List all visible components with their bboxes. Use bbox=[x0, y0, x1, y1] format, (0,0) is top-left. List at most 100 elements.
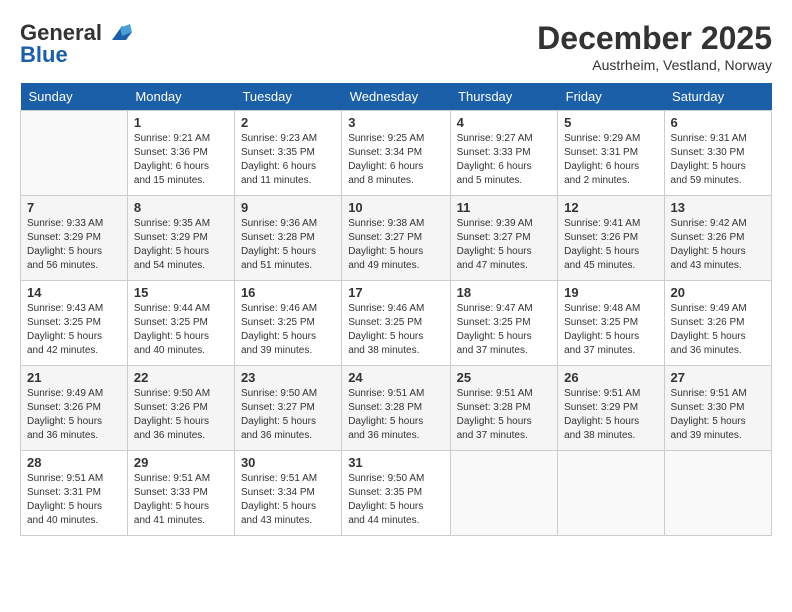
day-info: Sunrise: 9:47 AM Sunset: 3:25 PM Dayligh… bbox=[457, 302, 552, 358]
header-saturday: Saturday bbox=[664, 83, 771, 111]
day-info: Sunrise: 9:39 AM Sunset: 3:27 PM Dayligh… bbox=[457, 217, 552, 273]
day-number: 12 bbox=[564, 200, 657, 215]
day-number: 16 bbox=[241, 285, 335, 300]
calendar-cell: 10 Sunrise: 9:38 AM Sunset: 3:27 PM Dayli… bbox=[342, 196, 450, 281]
calendar-cell bbox=[21, 111, 128, 196]
day-info: Sunrise: 9:29 AM Sunset: 3:31 PM Dayligh… bbox=[564, 132, 657, 188]
calendar-cell: 17Sunrise: 9:46 AM Sunset: 3:25 PM Dayli… bbox=[342, 281, 450, 366]
day-info: Sunrise: 9:31 AM Sunset: 3:30 PM Dayligh… bbox=[671, 132, 765, 188]
calendar-cell: 29 Sunrise: 9:51 AM Sunset: 3:33 PM Dayli… bbox=[127, 451, 234, 536]
day-number: 4 bbox=[457, 115, 552, 130]
day-info: Sunrise: 9:25 AM Sunset: 3:34 PM Dayligh… bbox=[348, 132, 443, 188]
day-info: Sunrise: 9:51 AM Sunset: 3:34 PM Dayligh… bbox=[241, 472, 335, 528]
calendar-cell: 27 Sunrise: 9:51 AM Sunset: 3:30 PM Dayli… bbox=[664, 366, 771, 451]
day-info: Sunrise: 9:50 AM Sunset: 3:26 PM Dayligh… bbox=[134, 387, 228, 443]
calendar-cell bbox=[558, 451, 664, 536]
day-info: Sunrise: 9:21 AM Sunset: 3:36 PM Dayligh… bbox=[134, 132, 228, 188]
week-row-2: 7Sunrise: 9:33 AM Sunset: 3:29 PM Daylig… bbox=[21, 196, 772, 281]
day-number: 20 bbox=[671, 285, 765, 300]
header-row: SundayMondayTuesdayWednesdayThursdayFrid… bbox=[21, 83, 772, 111]
logo-blue: Blue bbox=[20, 42, 68, 68]
day-number: 6 bbox=[671, 115, 765, 130]
calendar-cell: 28 Sunrise: 9:51 AM Sunset: 3:31 PM Dayli… bbox=[21, 451, 128, 536]
calendar-cell: 16 Sunrise: 9:46 AM Sunset: 3:25 PM Dayli… bbox=[234, 281, 341, 366]
day-info: Sunrise: 9:51 AM Sunset: 3:31 PM Dayligh… bbox=[27, 472, 121, 528]
header-monday: Monday bbox=[127, 83, 234, 111]
day-number: 26 bbox=[564, 370, 657, 385]
day-info: Sunrise: 9:44 AM Sunset: 3:25 PM Dayligh… bbox=[134, 302, 228, 358]
calendar-cell: 21Sunrise: 9:49 AM Sunset: 3:26 PM Dayli… bbox=[21, 366, 128, 451]
day-number: 28 bbox=[27, 455, 121, 470]
day-info: Sunrise: 9:35 AM Sunset: 3:29 PM Dayligh… bbox=[134, 217, 228, 273]
day-number: 24 bbox=[348, 370, 443, 385]
day-number: 27 bbox=[671, 370, 765, 385]
page-header: General Blue December 2025 Austrheim, Ve… bbox=[20, 20, 772, 73]
day-info: Sunrise: 9:51 AM Sunset: 3:30 PM Dayligh… bbox=[671, 387, 765, 443]
day-info: Sunrise: 9:51 AM Sunset: 3:29 PM Dayligh… bbox=[564, 387, 657, 443]
calendar-cell: 4 Sunrise: 9:27 AM Sunset: 3:33 PM Daylig… bbox=[450, 111, 558, 196]
calendar-cell bbox=[450, 451, 558, 536]
day-number: 2 bbox=[241, 115, 335, 130]
day-info: Sunrise: 9:41 AM Sunset: 3:26 PM Dayligh… bbox=[564, 217, 657, 273]
day-info: Sunrise: 9:36 AM Sunset: 3:28 PM Dayligh… bbox=[241, 217, 335, 273]
calendar-cell: 26 Sunrise: 9:51 AM Sunset: 3:29 PM Dayli… bbox=[558, 366, 664, 451]
calendar-cell: 30Sunrise: 9:51 AM Sunset: 3:34 PM Dayli… bbox=[234, 451, 341, 536]
day-number: 14 bbox=[27, 285, 121, 300]
calendar-cell: 14 Sunrise: 9:43 AM Sunset: 3:25 PM Dayli… bbox=[21, 281, 128, 366]
day-info: Sunrise: 9:49 AM Sunset: 3:26 PM Dayligh… bbox=[671, 302, 765, 358]
day-number: 23 bbox=[241, 370, 335, 385]
calendar-cell: 22 Sunrise: 9:50 AM Sunset: 3:26 PM Dayli… bbox=[127, 366, 234, 451]
day-number: 8 bbox=[134, 200, 228, 215]
calendar-cell: 31Sunrise: 9:50 AM Sunset: 3:35 PM Dayli… bbox=[342, 451, 450, 536]
day-info: Sunrise: 9:33 AM Sunset: 3:29 PM Dayligh… bbox=[27, 217, 121, 273]
calendar-table: SundayMondayTuesdayWednesdayThursdayFrid… bbox=[20, 83, 772, 536]
day-info: Sunrise: 9:50 AM Sunset: 3:27 PM Dayligh… bbox=[241, 387, 335, 443]
calendar-cell: 1 Sunrise: 9:21 AM Sunset: 3:36 PM Daylig… bbox=[127, 111, 234, 196]
day-info: Sunrise: 9:42 AM Sunset: 3:26 PM Dayligh… bbox=[671, 217, 765, 273]
day-number: 21 bbox=[27, 370, 121, 385]
day-info: Sunrise: 9:43 AM Sunset: 3:25 PM Dayligh… bbox=[27, 302, 121, 358]
day-number: 10 bbox=[348, 200, 443, 215]
day-number: 13 bbox=[671, 200, 765, 215]
calendar-cell: 12 Sunrise: 9:41 AM Sunset: 3:26 PM Dayli… bbox=[558, 196, 664, 281]
header-wednesday: Wednesday bbox=[342, 83, 450, 111]
calendar-cell: 7Sunrise: 9:33 AM Sunset: 3:29 PM Daylig… bbox=[21, 196, 128, 281]
day-number: 22 bbox=[134, 370, 228, 385]
day-number: 29 bbox=[134, 455, 228, 470]
calendar-cell: 18 Sunrise: 9:47 AM Sunset: 3:25 PM Dayli… bbox=[450, 281, 558, 366]
day-number: 25 bbox=[457, 370, 552, 385]
calendar-cell: 9Sunrise: 9:36 AM Sunset: 3:28 PM Daylig… bbox=[234, 196, 341, 281]
week-row-1: 1 Sunrise: 9:21 AM Sunset: 3:36 PM Daylig… bbox=[21, 111, 772, 196]
day-info: Sunrise: 9:51 AM Sunset: 3:28 PM Dayligh… bbox=[348, 387, 443, 443]
location: Austrheim, Vestland, Norway bbox=[537, 57, 772, 73]
day-number: 1 bbox=[134, 115, 228, 130]
day-info: Sunrise: 9:46 AM Sunset: 3:25 PM Dayligh… bbox=[241, 302, 335, 358]
title-block: December 2025 Austrheim, Vestland, Norwa… bbox=[537, 20, 772, 73]
day-info: Sunrise: 9:51 AM Sunset: 3:33 PM Dayligh… bbox=[134, 472, 228, 528]
header-friday: Friday bbox=[558, 83, 664, 111]
day-info: Sunrise: 9:51 AM Sunset: 3:28 PM Dayligh… bbox=[457, 387, 552, 443]
logo-icon bbox=[104, 22, 136, 44]
calendar-cell: 15 Sunrise: 9:44 AM Sunset: 3:25 PM Dayli… bbox=[127, 281, 234, 366]
day-number: 18 bbox=[457, 285, 552, 300]
day-info: Sunrise: 9:38 AM Sunset: 3:27 PM Dayligh… bbox=[348, 217, 443, 273]
week-row-4: 21Sunrise: 9:49 AM Sunset: 3:26 PM Dayli… bbox=[21, 366, 772, 451]
day-number: 15 bbox=[134, 285, 228, 300]
calendar-cell: 2 Sunrise: 9:23 AM Sunset: 3:35 PM Daylig… bbox=[234, 111, 341, 196]
day-number: 19 bbox=[564, 285, 657, 300]
calendar-cell: 6 Sunrise: 9:31 AM Sunset: 3:30 PM Daylig… bbox=[664, 111, 771, 196]
calendar-cell: 5Sunrise: 9:29 AM Sunset: 3:31 PM Daylig… bbox=[558, 111, 664, 196]
week-row-3: 14 Sunrise: 9:43 AM Sunset: 3:25 PM Dayli… bbox=[21, 281, 772, 366]
calendar-cell: 23 Sunrise: 9:50 AM Sunset: 3:27 PM Dayli… bbox=[234, 366, 341, 451]
day-number: 17 bbox=[348, 285, 443, 300]
calendar-cell: 25 Sunrise: 9:51 AM Sunset: 3:28 PM Dayli… bbox=[450, 366, 558, 451]
day-info: Sunrise: 9:50 AM Sunset: 3:35 PM Dayligh… bbox=[348, 472, 443, 528]
calendar-cell: 8 Sunrise: 9:35 AM Sunset: 3:29 PM Daylig… bbox=[127, 196, 234, 281]
month-title: December 2025 bbox=[537, 20, 772, 57]
day-info: Sunrise: 9:23 AM Sunset: 3:35 PM Dayligh… bbox=[241, 132, 335, 188]
header-tuesday: Tuesday bbox=[234, 83, 341, 111]
calendar-cell: 13 Sunrise: 9:42 AM Sunset: 3:26 PM Dayli… bbox=[664, 196, 771, 281]
day-info: Sunrise: 9:27 AM Sunset: 3:33 PM Dayligh… bbox=[457, 132, 552, 188]
day-number: 11 bbox=[457, 200, 552, 215]
calendar-cell bbox=[664, 451, 771, 536]
